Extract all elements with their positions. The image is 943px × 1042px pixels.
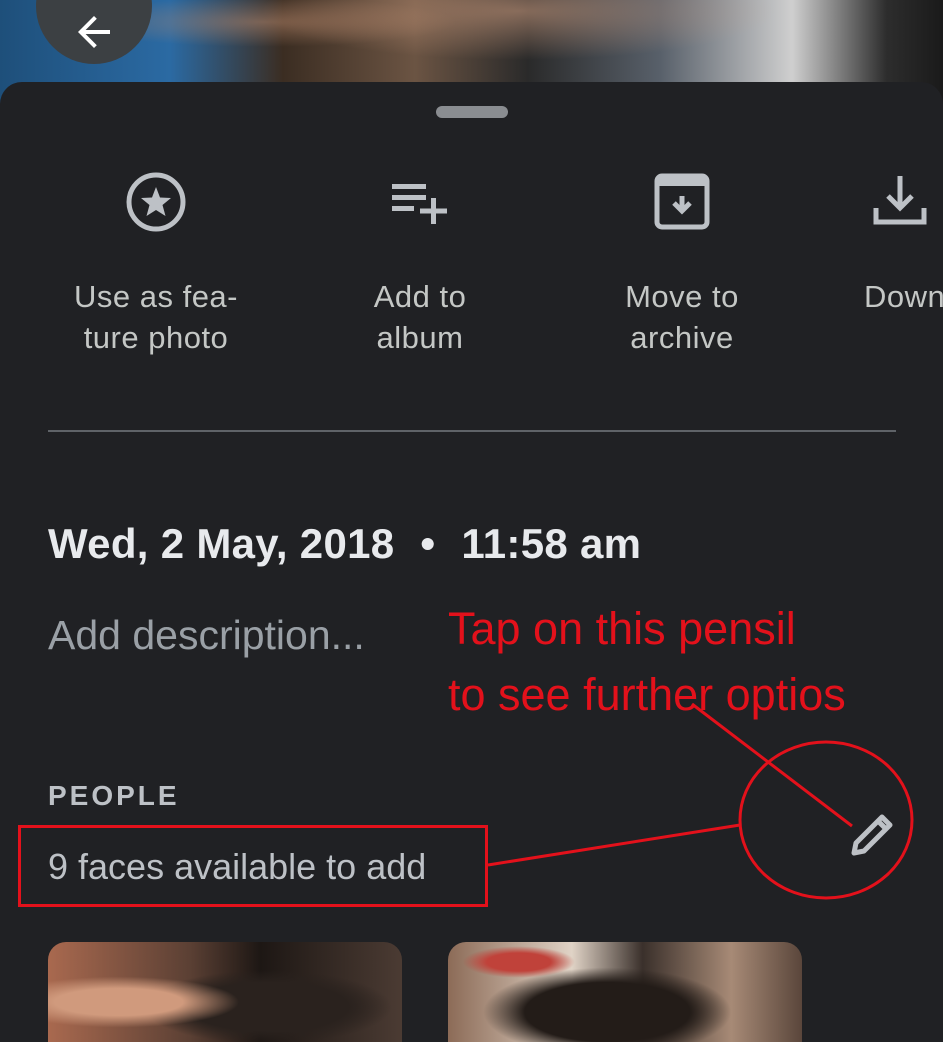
annotation-shapes	[487, 702, 914, 900]
annotation-connector-line	[487, 823, 741, 867]
annotation-circle	[738, 740, 914, 900]
annotation-arrow-line	[691, 702, 853, 828]
